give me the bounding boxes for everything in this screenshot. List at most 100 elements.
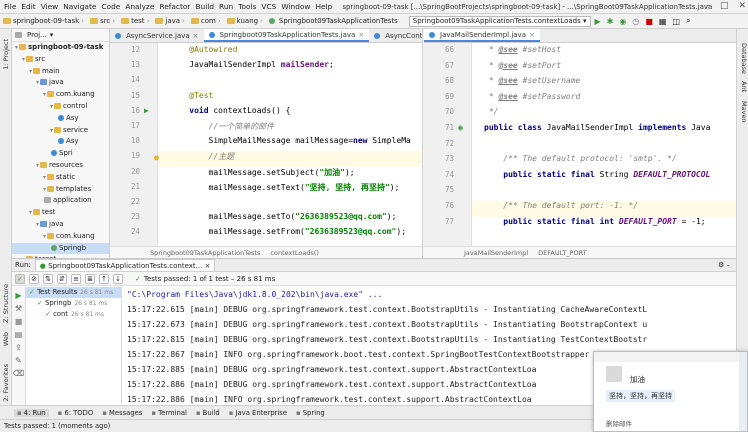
layout-icon[interactable]: ▤ <box>12 330 25 339</box>
sdk-icon[interactable]: ◫ <box>672 17 680 26</box>
tree-item[interactable]: Asy <box>12 113 109 125</box>
breadcrumb-item[interactable]: kuang › <box>224 17 266 25</box>
bottom-tab[interactable]: ▪ Java Enterprise <box>229 409 287 417</box>
chevron-icon[interactable]: ▾ <box>50 127 53 134</box>
run-config-dropdown[interactable]: Springboot09TaskApplicationTests.context… <box>408 15 591 27</box>
bulb-icon[interactable]: ● <box>154 153 159 162</box>
tree-item[interactable]: ▾ control <box>12 101 109 113</box>
menu-item-7[interactable]: Build <box>195 2 214 11</box>
close-icon[interactable]: × <box>193 32 199 40</box>
trash-icon[interactable]: ⌫ <box>12 369 25 378</box>
chevron-icon[interactable]: ▾ <box>36 79 39 86</box>
menu-item-3[interactable]: Navigate <box>63 2 96 11</box>
chevron-icon[interactable]: ▾ <box>15 44 18 51</box>
menu-item-12[interactable]: Help <box>315 2 332 11</box>
tool-database[interactable]: Database <box>740 43 748 74</box>
menu-item-0[interactable]: File <box>4 2 16 11</box>
gear-icon[interactable]: ⚙ – <box>718 261 730 269</box>
stop-icon[interactable]: ■ <box>12 317 25 326</box>
wrench-icon[interactable]: ⚒ <box>12 304 25 313</box>
debug-icon[interactable]: ✱ <box>607 17 614 26</box>
project-panel-title[interactable]: Proj... <box>27 31 47 39</box>
menu-item-6[interactable]: Refactor <box>159 2 190 11</box>
sort-icon[interactable]: ⇅ <box>43 273 53 284</box>
chevron-icon[interactable]: ▾ <box>43 174 46 181</box>
editor-tab[interactable]: JavaMailSenderImpl.java × <box>424 29 540 42</box>
test-tree-item[interactable]: ✓ Test Results 26 s 81 ms <box>26 287 121 298</box>
tree-item[interactable]: ▾ templates <box>12 184 109 196</box>
chevron-icon[interactable]: ▾ <box>22 56 25 63</box>
search-icon[interactable]: ⌕ <box>686 16 690 26</box>
tree-item[interactable]: Spri <box>12 148 109 160</box>
close-icon[interactable]: ✕ <box>738 1 746 11</box>
bottom-tab[interactable]: ▪ Spring <box>296 409 325 417</box>
ignored-filter-icon[interactable]: ⊘ <box>29 273 39 284</box>
menu-item-9[interactable]: Tools <box>238 2 256 11</box>
menu-item-10[interactable]: VCS <box>261 2 276 11</box>
breadcrumb-item[interactable]: DEFAULT_PORT <box>538 249 586 257</box>
close-icon[interactable]: × <box>358 31 364 39</box>
implements-icon[interactable]: ◉ <box>458 123 463 132</box>
menu-item-4[interactable]: Code <box>101 2 120 11</box>
maximize-icon[interactable]: □ <box>720 1 729 11</box>
tool-favorites[interactable]: 2: Favorites <box>2 364 10 402</box>
menu-item-11[interactable]: Window <box>281 2 310 11</box>
bottom-tab[interactable]: ▪ Build <box>196 409 220 417</box>
run-tab[interactable]: ● Springboot09TaskApplicationTests.conte… <box>34 259 216 271</box>
export-icon[interactable]: ⇪ <box>12 343 25 352</box>
editor-tab[interactable]: AsyncService.java × <box>110 29 204 42</box>
tool-maven[interactable]: Maven <box>740 101 748 123</box>
close-icon[interactable]: × <box>529 31 535 39</box>
sort-duration-icon[interactable]: ⇵ <box>57 273 67 284</box>
run-icon[interactable]: ▶ <box>595 17 601 26</box>
project-structure-icon[interactable]: ▦ <box>659 17 667 26</box>
breadcrumb-item[interactable]: springboot-09-task › <box>0 17 87 25</box>
tool-ant[interactable]: Ant <box>740 81 748 92</box>
tree-item[interactable]: ▾ src <box>12 54 109 66</box>
delete-mail-link[interactable]: 删除邮件 <box>606 418 632 428</box>
tree-item[interactable]: ▾ com.kuang <box>12 89 109 101</box>
test-tree-item[interactable]: ✓ Springb 26 s 81 ms <box>26 298 121 309</box>
tree-item[interactable]: ▾ resources <box>12 160 109 172</box>
menu-item-2[interactable]: View <box>41 2 59 11</box>
tree-item[interactable]: ▾ springboot-09-task <box>12 42 109 54</box>
tool-structure[interactable]: Z: Structure <box>2 284 10 323</box>
bottom-tab[interactable]: ▪ 6: TODO <box>58 409 94 417</box>
chevron-down-icon[interactable]: ▾ <box>50 31 54 39</box>
tree-item[interactable]: ▾ static <box>12 172 109 184</box>
chevron-icon[interactable]: ▾ <box>43 186 46 193</box>
tree-item[interactable]: ▾ test <box>12 207 109 219</box>
breadcrumb-item[interactable]: com › <box>188 17 224 25</box>
chevron-icon[interactable]: ▾ <box>29 209 32 216</box>
test-tree-item[interactable]: ✓ cont 26 s 81 ms <box>26 309 121 320</box>
code-area[interactable]: 12 @Autowired 13 JavaMailSenderImpl mailS… <box>110 43 422 246</box>
tree-item[interactable]: ▾ java <box>12 77 109 89</box>
breadcrumb-item[interactable]: src › <box>87 17 118 25</box>
breadcrumb-item[interactable]: java › <box>152 17 187 25</box>
chevron-icon[interactable]: ▾ <box>36 221 39 228</box>
passed-filter-icon[interactable]: ✓ <box>15 273 25 284</box>
minimize-icon[interactable]: – <box>705 1 710 11</box>
tree-item[interactable]: application <box>12 195 109 207</box>
chevron-icon[interactable]: ▾ <box>50 103 53 110</box>
stop-icon[interactable]: ■ <box>645 17 653 26</box>
menu-item-1[interactable]: Edit <box>21 2 35 11</box>
menu-item-5[interactable]: Analyze <box>125 2 154 11</box>
editor-tab[interactable]: AsyncControll× <box>369 29 422 42</box>
breadcrumb-item[interactable]: Springboot09TaskApplicationTests <box>150 249 260 257</box>
tree-item[interactable]: Springb <box>12 242 109 255</box>
test-run-icon[interactable]: ▶ <box>144 106 149 115</box>
tool-web[interactable]: Web <box>2 332 10 346</box>
breadcrumb-item[interactable]: test › <box>118 17 152 25</box>
coverage-icon[interactable]: ◉ <box>619 17 626 26</box>
close-icon[interactable]: × <box>205 262 211 270</box>
editor-tab[interactable]: Springboot09TaskApplicationTests.java × <box>203 29 370 42</box>
bottom-tab[interactable]: ▪ 4: Run <box>14 408 49 417</box>
breadcrumb-item[interactable]: contextLoads() <box>270 249 319 257</box>
chevron-icon[interactable]: ▾ <box>43 233 46 240</box>
tree-item[interactable]: ▾ service <box>12 125 109 137</box>
collapse-icon[interactable]: ≣ <box>85 273 95 284</box>
tree-item[interactable]: Asy <box>12 136 109 148</box>
tree-item[interactable]: ▾ java <box>12 219 109 231</box>
bottom-tab[interactable]: ▪ Messages <box>102 409 142 417</box>
